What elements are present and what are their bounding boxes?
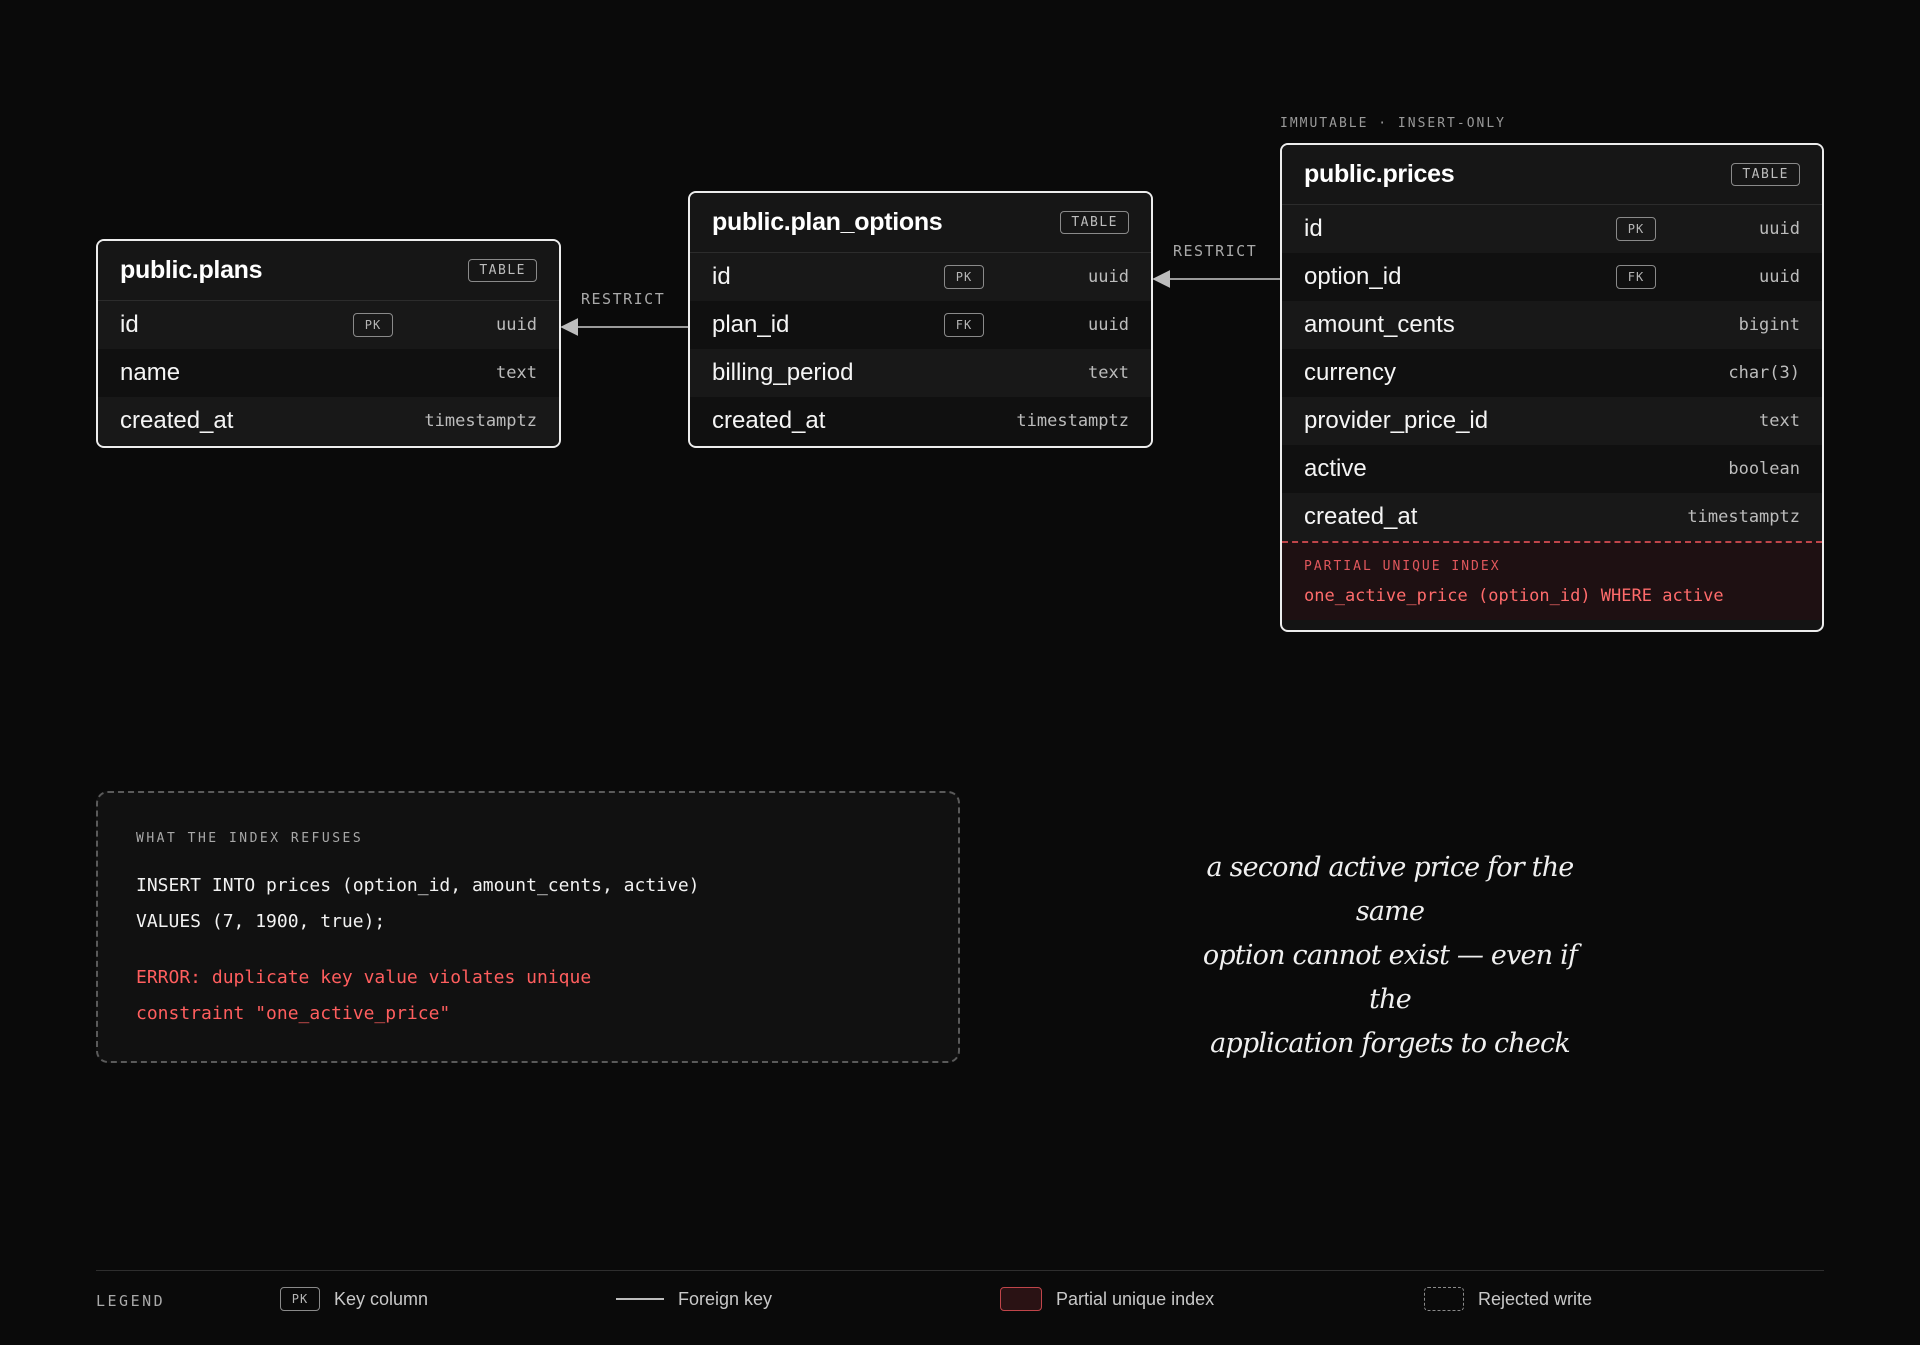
- table-card-plan-options[interactable]: public.plan_options TABLE id PK uuid pla…: [688, 191, 1153, 448]
- column-name: plan_id: [712, 311, 790, 338]
- legend-divider: [96, 1270, 1824, 1271]
- rejected-write-swatch-icon: [1424, 1287, 1464, 1311]
- table-title: public.prices: [1304, 160, 1455, 188]
- column-row: provider_price_id text: [1282, 397, 1822, 445]
- fk-badge: FK: [944, 313, 984, 337]
- partial-index-swatch-icon: [1000, 1287, 1042, 1311]
- column-row: option_id FK uuid: [1282, 253, 1822, 301]
- column-name: billing_period: [712, 359, 854, 386]
- column-name: option_id: [1304, 263, 1402, 290]
- column-row: created_at timestamptz: [98, 397, 559, 445]
- legend-item-key-column: PK Key column: [280, 1284, 428, 1314]
- error-line: constraint "one_active_price": [136, 1003, 451, 1024]
- pk-badge: PK: [353, 313, 393, 337]
- column-name: created_at: [712, 407, 826, 434]
- legend-item-foreign-key: Foreign key: [616, 1284, 772, 1314]
- sql-line: INSERT INTO prices (option_id, amount_ce…: [136, 875, 700, 896]
- sql-code-block: INSERT INTO prices (option_id, amount_ce…: [136, 868, 920, 940]
- error-line: ERROR: duplicate key value violates uniq…: [136, 967, 592, 988]
- error-message-block: ERROR: duplicate key value violates uniq…: [136, 960, 920, 1032]
- annotation-line: application forgets to check: [1210, 1028, 1571, 1059]
- legend: LEGEND PK Key column Foreign key Partial…: [96, 1282, 1824, 1322]
- annotation-note: a second active price for the same optio…: [1180, 846, 1600, 1066]
- column-type: uuid: [1088, 315, 1129, 335]
- column-row: id PK uuid: [1282, 205, 1822, 253]
- column-row: amount_cents bigint: [1282, 301, 1822, 349]
- column-type: timestamptz: [1016, 411, 1129, 431]
- annotation-line: a second active price for the same: [1206, 852, 1575, 927]
- table-title: public.plans: [120, 256, 263, 284]
- fk-badge: FK: [1616, 265, 1656, 289]
- pk-badge: PK: [944, 265, 984, 289]
- index-label: PARTIAL UNIQUE INDEX: [1304, 559, 1501, 574]
- column-type: bigint: [1738, 315, 1800, 335]
- column-row: name text: [98, 349, 559, 397]
- legend-label: Key column: [334, 1288, 429, 1309]
- column-row: id PK uuid: [98, 301, 559, 349]
- column-name: amount_cents: [1304, 311, 1455, 338]
- relation-label-options-plans: RESTRICT: [581, 290, 666, 308]
- table-type-badge: TABLE: [1060, 211, 1129, 234]
- table-type-badge: TABLE: [468, 259, 537, 282]
- column-type: uuid: [1759, 219, 1800, 239]
- column-name: created_at: [120, 407, 234, 434]
- column-type: text: [1759, 411, 1800, 431]
- legend-label: Rejected write: [1478, 1288, 1593, 1309]
- rejected-write-label: WHAT THE INDEX REFUSES: [136, 831, 364, 846]
- foreign-key-line-icon: [616, 1298, 664, 1300]
- table-header: public.plans TABLE: [98, 241, 559, 301]
- column-type: text: [496, 363, 537, 383]
- column-name: provider_price_id: [1304, 407, 1489, 434]
- column-name: currency: [1304, 359, 1397, 386]
- table-header: public.plan_options TABLE: [690, 193, 1151, 253]
- index-definition: one_active_price (option_id) WHERE activ…: [1304, 586, 1724, 606]
- legend-label: Partial unique index: [1056, 1288, 1215, 1309]
- column-type: char(3): [1728, 363, 1800, 383]
- column-type: boolean: [1728, 459, 1800, 479]
- column-type: timestamptz: [1687, 507, 1800, 527]
- table-card-plans[interactable]: public.plans TABLE id PK uuid name text …: [96, 239, 561, 448]
- column-name: id: [1304, 215, 1323, 242]
- column-type: timestamptz: [424, 411, 537, 431]
- pk-badge-icon: PK: [280, 1287, 320, 1311]
- legend-label: Foreign key: [678, 1288, 773, 1309]
- column-type: text: [1088, 363, 1129, 383]
- legend-item-partial-index: Partial unique index: [1000, 1284, 1214, 1314]
- column-name: created_at: [1304, 503, 1418, 530]
- partial-unique-index-section: PARTIAL UNIQUE INDEX one_active_price (o…: [1282, 541, 1822, 620]
- column-row: active boolean: [1282, 445, 1822, 493]
- column-row: billing_period text: [690, 349, 1151, 397]
- legend-item-rejected-write: Rejected write: [1424, 1284, 1592, 1314]
- sql-line: VALUES (7, 1900, true);: [136, 911, 386, 932]
- annotation-line: option cannot exist — even if the: [1202, 940, 1578, 1015]
- pk-badge: PK: [1616, 217, 1656, 241]
- column-name: active: [1304, 455, 1367, 482]
- column-row: created_at timestamptz: [690, 397, 1151, 445]
- column-row: currency char(3): [1282, 349, 1822, 397]
- table-card-prices[interactable]: public.prices TABLE id PK uuid option_id…: [1280, 143, 1824, 632]
- column-name: id: [120, 311, 139, 338]
- column-name: id: [712, 263, 731, 290]
- table-title: public.plan_options: [712, 208, 943, 236]
- column-row: created_at timestamptz: [1282, 493, 1822, 541]
- relation-label-prices-options: RESTRICT: [1173, 242, 1258, 260]
- column-name: name: [120, 359, 181, 386]
- column-row: plan_id FK uuid: [690, 301, 1151, 349]
- table-type-badge: TABLE: [1731, 163, 1800, 186]
- column-type: uuid: [1759, 267, 1800, 287]
- column-type: uuid: [496, 315, 537, 335]
- legend-title: LEGEND: [96, 1292, 166, 1310]
- table-header: public.prices TABLE: [1282, 145, 1822, 205]
- column-type: uuid: [1088, 267, 1129, 287]
- prices-immutable-label: IMMUTABLE · INSERT-ONLY: [1280, 116, 1507, 131]
- column-row: id PK uuid: [690, 253, 1151, 301]
- rejected-write-box: WHAT THE INDEX REFUSES INSERT INTO price…: [96, 791, 960, 1063]
